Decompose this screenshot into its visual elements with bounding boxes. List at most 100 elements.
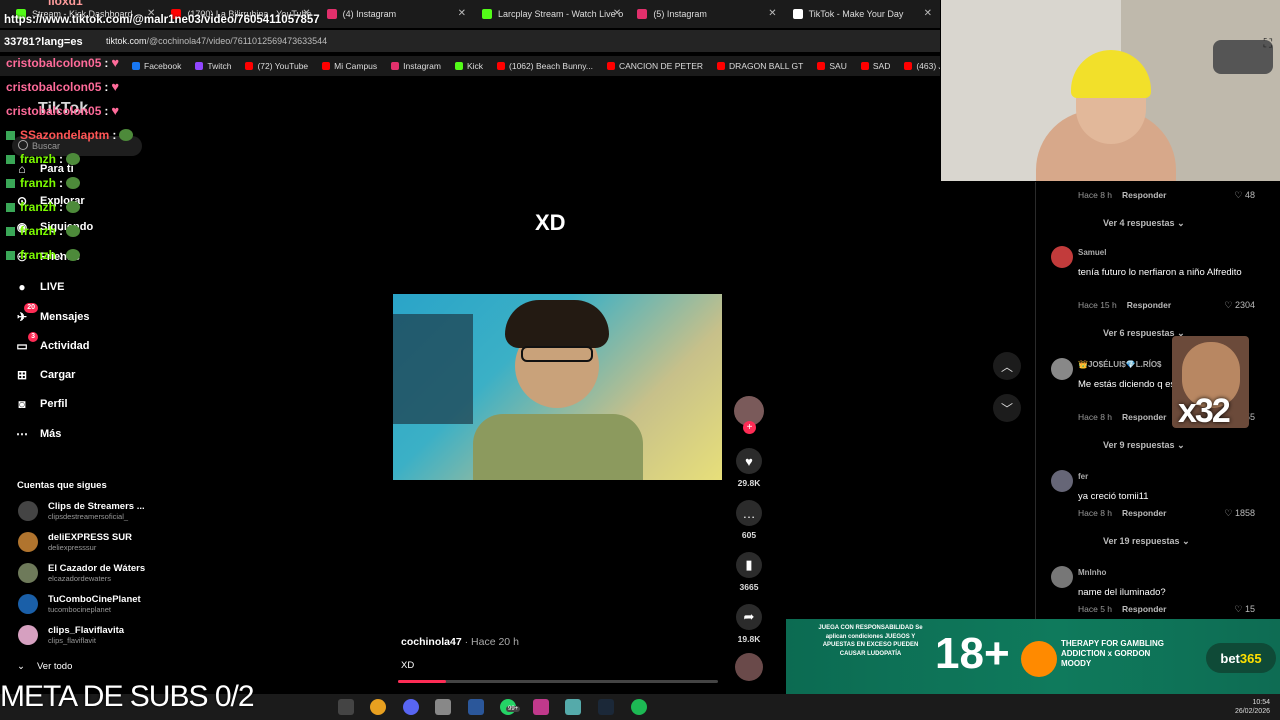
chat-colon: : — [59, 200, 63, 214]
pepe-emote-icon — [66, 225, 80, 237]
reply-button[interactable]: Responder — [1122, 412, 1166, 422]
chat-message: franzh: — [6, 224, 80, 238]
chat-colon: : — [59, 152, 63, 166]
tab-favicon-icon — [481, 9, 492, 19]
chrome-icon[interactable] — [370, 699, 386, 715]
sidebar-item-mensajes[interactable]: ✈ 20 Mensajes — [14, 303, 90, 325]
follow-plus-icon[interactable]: + — [743, 421, 756, 434]
commenter-avatar[interactable] — [1051, 566, 1073, 588]
word-icon[interactable] — [468, 699, 484, 715]
bookmark-favicon-icon — [497, 62, 506, 70]
comment-like-count: 48 — [1244, 190, 1255, 200]
files-icon[interactable] — [565, 699, 581, 715]
bookmark-item[interactable]: Instagram — [391, 61, 441, 71]
browser-tab[interactable]: TikTok - Make Your Day ✕ — [785, 0, 940, 28]
avatar — [18, 563, 38, 583]
account-handle: elcazadordewaters — [48, 574, 111, 583]
bookmark-item[interactable]: (72) YouTube — [245, 61, 308, 71]
chat-message: cristobalcolon05: ♥ — [6, 104, 125, 118]
account-text: deliEXPRESS SUR deliexpresssur — [48, 532, 132, 552]
bet365-logo-b: 365 — [1239, 650, 1262, 666]
chat-colon: : — [104, 56, 109, 70]
ad-banner[interactable]: JUEGA CON RESPONSABILIDAD Se aplican con… — [786, 619, 1280, 701]
chat-message: cristobalcolon05: ♥ — [6, 56, 125, 70]
comment-button[interactable]: … 605 — [733, 500, 765, 540]
spotify-icon[interactable] — [631, 699, 647, 715]
close-icon[interactable]: ✕ — [768, 8, 776, 19]
like-button[interactable]: ♥ 29.8K — [733, 448, 765, 488]
sidebar-item-m-s[interactable]: ⋯ Más — [14, 426, 61, 442]
following-account[interactable]: deliEXPRESS SUR deliexpresssur — [18, 532, 132, 552]
comment-text: name del iluminado? — [1078, 587, 1166, 598]
bookmark-item[interactable]: Mi Campus — [322, 61, 377, 71]
steam-icon[interactable] — [598, 699, 614, 715]
calculator-icon[interactable] — [435, 699, 451, 715]
view-replies-link[interactable]: Ver 9 respuestas ⌄ — [1103, 440, 1185, 451]
close-icon[interactable]: ✕ — [458, 8, 466, 19]
commenter-avatar[interactable] — [1051, 470, 1073, 492]
following-account[interactable]: TuComboCinePlanet tucombocineplanet — [18, 594, 141, 614]
bookmark-item[interactable]: CANCION DE PETER — [606, 61, 703, 71]
following-account[interactable]: El Cazador de Wáters elcazadordewaters — [18, 563, 145, 583]
bookmark-item[interactable]: DRAGON BALL GT — [717, 61, 803, 71]
sidebar-item-live[interactable]: ● LIVE — [14, 279, 64, 295]
commenter-name[interactable]: Samuel — [1078, 248, 1106, 257]
sidebar-item-actividad[interactable]: ▭ 3 Actividad — [14, 332, 90, 354]
mensajes-icon: ✈ 20 — [14, 303, 38, 325]
commenter-name[interactable]: 👑JO$ÉLUI$💎L.RÍO$ — [1078, 360, 1162, 369]
commenter-avatar[interactable] — [1051, 358, 1073, 380]
bookmark-item[interactable]: Twitch — [195, 61, 231, 71]
comment-like-button[interactable]: ♡ 2304 — [1224, 300, 1255, 311]
video-author[interactable]: cochinola47 · Hace 20 h — [401, 636, 519, 648]
bookmark-favicon-icon — [245, 62, 254, 70]
commenter-avatar[interactable] — [1051, 246, 1073, 268]
prev-video-button[interactable]: ︿ — [993, 352, 1021, 380]
app-icon[interactable] — [533, 699, 549, 715]
bookmark-item[interactable]: SAD — [860, 61, 890, 71]
chat-username: franzh — [20, 152, 56, 166]
badge-icon — [6, 178, 15, 188]
comment-like-button[interactable]: ♡ 48 — [1234, 190, 1255, 201]
m-s-icon: ⋯ — [16, 427, 28, 441]
see-all-link[interactable]: ⌄ Ver todo — [17, 661, 72, 672]
view-replies-link[interactable]: Ver 4 respuestas ⌄ — [1103, 218, 1185, 229]
close-icon[interactable]: ✕ — [613, 8, 621, 19]
reply-button[interactable]: Responder — [1127, 300, 1171, 310]
sidebar-item-label: Más — [40, 428, 62, 440]
following-account[interactable]: clips_Flaviflavita clips_flaviflavit — [18, 625, 124, 645]
obs-icon[interactable] — [338, 699, 354, 715]
commenter-name[interactable]: Mnlnho — [1078, 568, 1106, 577]
sidebar-item-perfil[interactable]: ◙ Perfil — [14, 396, 67, 412]
reply-button[interactable]: Responder — [1122, 508, 1166, 518]
author-avatar-button[interactable]: + — [733, 396, 765, 434]
browser-tab[interactable]: Larcplay Stream - Watch Live o ✕ — [474, 0, 629, 28]
bookmark-item[interactable]: (1062) Beach Bunny... — [497, 61, 593, 71]
view-replies-link[interactable]: Ver 19 respuestas ⌄ — [1103, 536, 1190, 547]
system-clock[interactable]: 10:54 26/02/2026 — [1235, 698, 1270, 716]
following-account[interactable]: Clips de Streamers ... clipsdestreamersof… — [18, 501, 145, 521]
tab-title: TikTok - Make Your Day — [808, 9, 904, 19]
emote-popup: x32 — [1172, 336, 1249, 428]
reply-button[interactable]: Responder — [1122, 604, 1166, 614]
bookmark-item[interactable]: Facebook — [132, 61, 181, 71]
comment-text: ya creció tomii11 — [1078, 491, 1149, 502]
author-name[interactable]: cochinola47 — [401, 636, 462, 648]
video-progress-bar[interactable] — [398, 680, 718, 683]
bookmark-item[interactable]: SAU — [817, 61, 847, 71]
commenter-name[interactable]: fer — [1078, 472, 1088, 481]
save-button[interactable]: ▮ 3665 — [733, 552, 765, 592]
bookmark-item[interactable]: (463) James Arthur - — [904, 61, 940, 71]
sidebar-item-cargar[interactable]: ⊞ Cargar — [14, 367, 76, 383]
ad-therapy-text: THERAPY FOR GAMBLING ADDICTION x GORDON … — [1061, 639, 1164, 668]
comment-like-button[interactable]: ♡ 15 — [1234, 604, 1255, 615]
video-player[interactable] — [393, 294, 722, 480]
next-video-button[interactable]: ﹀ — [993, 394, 1021, 422]
bookmark-item[interactable]: Kick — [454, 61, 483, 71]
discord-icon[interactable] — [403, 699, 419, 715]
reply-button[interactable]: Responder — [1122, 190, 1166, 200]
share-button[interactable]: ➦ 19.8K — [733, 604, 765, 644]
music-disc-icon[interactable] — [735, 653, 763, 681]
close-icon[interactable]: ✕ — [924, 8, 932, 19]
comment-like-button[interactable]: ♡ 1858 — [1224, 508, 1255, 519]
browser-tab[interactable]: (5) Instagram ✕ — [629, 0, 784, 28]
